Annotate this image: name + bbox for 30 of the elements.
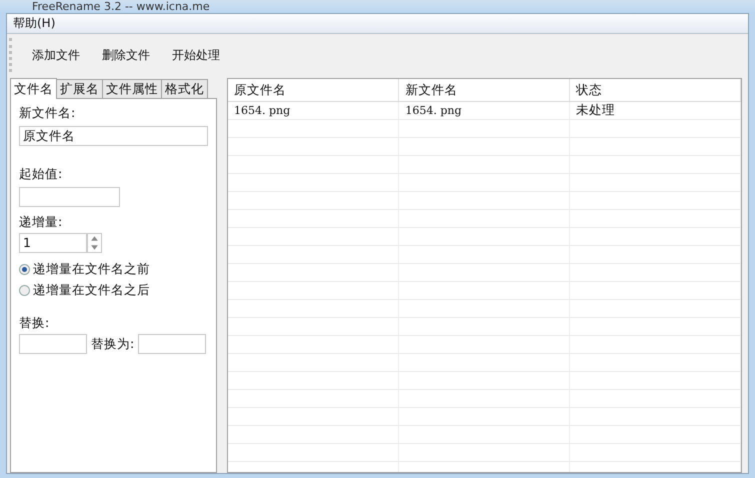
column-header[interactable]: 状态 bbox=[570, 79, 740, 102]
tab[interactable]: 文件名 bbox=[10, 78, 57, 99]
tab[interactable]: 格式化 bbox=[161, 79, 208, 98]
menu-item[interactable]: 帮助(H) bbox=[7, 15, 62, 32]
field-label: 替换为: bbox=[91, 336, 134, 352]
spin-buttons-icon[interactable] bbox=[87, 233, 102, 253]
tab[interactable]: 扩展名 bbox=[56, 79, 103, 98]
radio-button[interactable] bbox=[19, 264, 30, 275]
table-cell: 1654. png bbox=[398, 102, 570, 120]
column-header[interactable]: 新文件名 bbox=[398, 79, 570, 102]
input-field[interactable] bbox=[138, 334, 206, 354]
input-field[interactable]: 原文件名 bbox=[19, 126, 208, 146]
field-label: 新文件名: bbox=[19, 105, 76, 122]
radio-label: 递增量在文件名之后 bbox=[33, 282, 150, 299]
toolbar-button[interactable]: 删除文件 bbox=[96, 46, 166, 64]
field-label: 起始值: bbox=[19, 166, 64, 183]
spin-field[interactable]: 1 bbox=[19, 233, 87, 253]
toolbar-button[interactable]: 添加文件 bbox=[26, 46, 96, 64]
radio-label: 递增量在文件名之前 bbox=[33, 261, 150, 278]
tab[interactable]: 文件属性 bbox=[102, 79, 162, 98]
field-label: 替换: bbox=[19, 315, 50, 332]
table-cell: 1654. png bbox=[228, 102, 399, 120]
table-cell: 未处理 bbox=[570, 102, 740, 120]
column-header[interactable]: 原文件名 bbox=[228, 79, 399, 102]
input-field[interactable] bbox=[19, 334, 87, 354]
toolbar-button[interactable]: 开始处理 bbox=[166, 46, 236, 64]
input-field[interactable] bbox=[19, 187, 120, 207]
radio-button[interactable] bbox=[19, 285, 30, 296]
window-title: FreeRename 3.2 -- www.icna.me bbox=[0, 0, 755, 13]
field-label: 递增量: bbox=[19, 214, 64, 231]
